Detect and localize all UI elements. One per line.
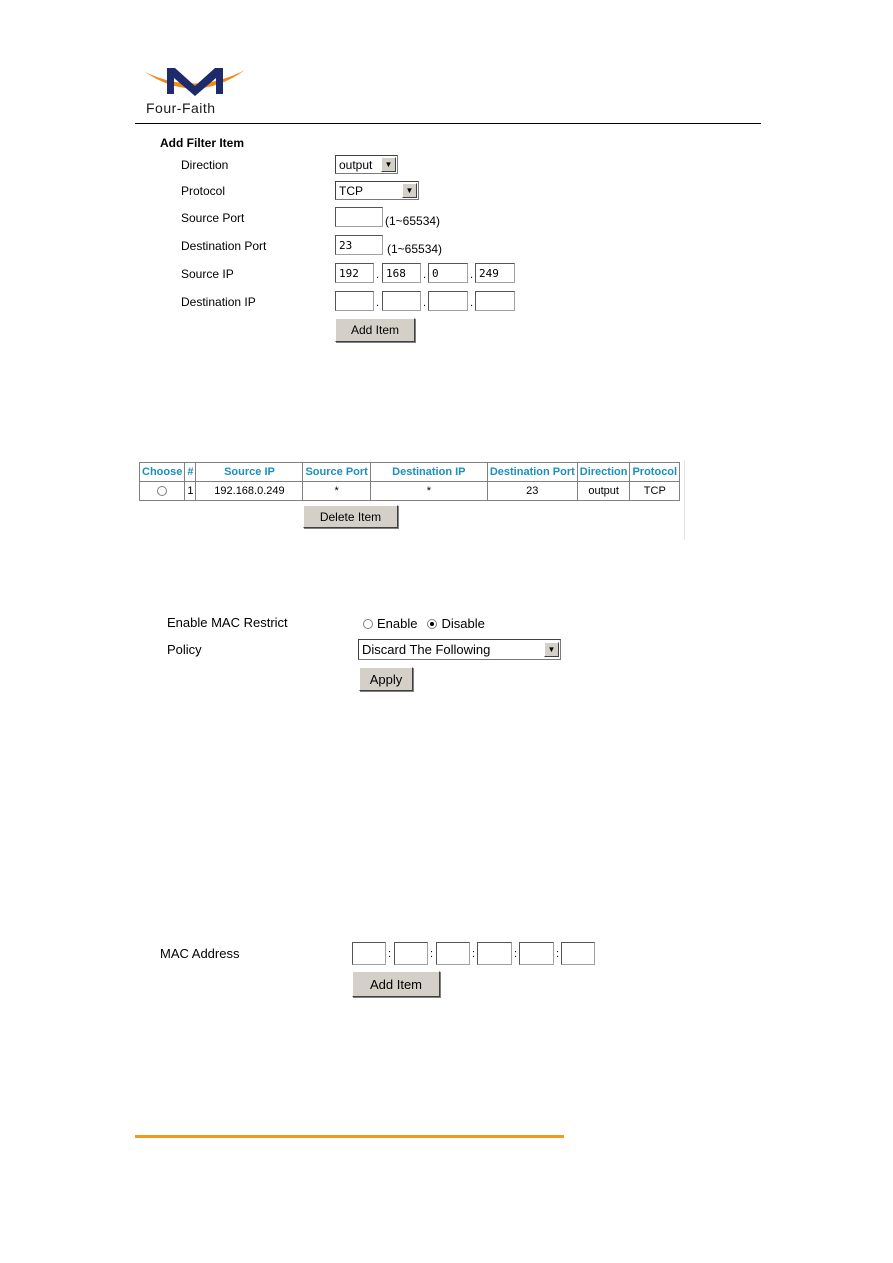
protocol-label: Protocol (181, 184, 226, 198)
policy-select[interactable]: Discard The Following ▼ (358, 639, 561, 660)
source-ip-octet-3[interactable] (428, 263, 468, 283)
source-ip-octet-4[interactable] (475, 263, 515, 283)
destination-port-label: Destination Port (181, 239, 267, 253)
table-header-row: Choose # Source IP Source Port Destinati… (138, 462, 681, 482)
enable-radio[interactable] (363, 618, 373, 629)
mac-address-label: MAC Address (160, 946, 240, 961)
policy-value: Discard The Following (362, 642, 491, 657)
source-port-hint: (1~65534) (385, 214, 441, 228)
add-filter-item-button[interactable]: Add Item (335, 318, 415, 342)
disable-radio[interactable] (427, 618, 438, 629)
source-ip-octet-2[interactable] (382, 263, 421, 283)
column-header-destination-ip: Destination IP (369, 462, 488, 482)
column-header-index: # (184, 462, 197, 482)
destination-port-hint: (1~65534) (387, 242, 443, 256)
choose-radio[interactable] (157, 486, 168, 497)
column-header-destination-port: Destination Port (486, 462, 578, 482)
protocol-value: TCP (339, 183, 363, 198)
column-header-choose: Choose (138, 462, 186, 482)
source-ip-cell: 192.168.0.249 (195, 481, 304, 501)
source-port-cell: * (302, 481, 371, 501)
direction-select[interactable]: output ▼ (335, 155, 398, 174)
ip-separator: . (423, 297, 427, 309)
enable-mac-restrict-label: Enable MAC Restrict (167, 615, 288, 630)
source-port-input[interactable] (335, 207, 383, 227)
ip-separator: . (470, 297, 474, 309)
column-header-source-port: Source Port (302, 462, 371, 482)
direction-value: output (339, 157, 373, 172)
protocol-select[interactable]: TCP ▼ (335, 181, 419, 200)
source-ip-octet-1[interactable] (335, 263, 374, 283)
mac-octet-3[interactable] (436, 942, 470, 965)
choose-cell (138, 481, 186, 501)
chevron-down-icon: ▼ (381, 157, 396, 172)
header-divider (135, 123, 761, 124)
source-ip-label: Source IP (181, 267, 234, 281)
footer-divider (135, 1135, 564, 1138)
chevron-down-icon: ▼ (544, 642, 559, 657)
destination-port-input[interactable] (335, 235, 383, 255)
mac-separator: : (472, 948, 476, 960)
ip-separator: . (470, 269, 474, 281)
destination-port-cell: 23 (486, 481, 578, 501)
column-header-protocol: Protocol (629, 462, 681, 482)
mac-octet-1[interactable] (352, 942, 386, 965)
policy-label: Policy (167, 642, 202, 657)
logo-text: Four-Faith (146, 100, 216, 116)
mac-separator: : (388, 948, 392, 960)
ip-separator: . (423, 269, 427, 281)
column-header-direction: Direction (576, 462, 631, 482)
mac-octet-4[interactable] (477, 942, 512, 965)
direction-label: Direction (181, 158, 229, 172)
mac-octet-2[interactable] (394, 942, 428, 965)
delete-item-button[interactable]: Delete Item (303, 505, 398, 528)
ip-separator: . (376, 297, 380, 309)
disable-radio-label: Disable (441, 616, 485, 631)
direction-cell: output (576, 481, 631, 501)
destination-ip-cell: * (369, 481, 488, 501)
destination-ip-octet-2[interactable] (382, 291, 421, 311)
apply-button[interactable]: Apply (359, 667, 413, 691)
table-frame-edge (684, 460, 685, 540)
index-cell: 1 (184, 481, 197, 501)
mac-separator: : (514, 948, 518, 960)
add-mac-item-button[interactable]: Add Item (352, 971, 440, 997)
destination-ip-octet-3[interactable] (428, 291, 468, 311)
mac-separator: : (430, 948, 434, 960)
ip-separator: . (376, 269, 380, 281)
destination-ip-octet-1[interactable] (335, 291, 374, 311)
table-row: 1 192.168.0.249 * * 23 output TCP (138, 481, 681, 501)
mac-octet-5[interactable] (519, 942, 554, 965)
enable-radio-label: Enable (377, 616, 418, 631)
destination-ip-octet-4[interactable] (475, 291, 515, 311)
destination-ip-label: Destination IP (181, 295, 256, 309)
mac-octet-6[interactable] (561, 942, 595, 965)
mac-separator: : (556, 948, 560, 960)
filter-form-title: Add Filter Item (160, 136, 245, 150)
mac-restrict-radio-group: Enable Disable (363, 616, 485, 631)
chevron-down-icon: ▼ (402, 183, 417, 198)
column-header-source-ip: Source IP (195, 462, 304, 482)
source-port-label: Source Port (181, 211, 245, 225)
filter-table: Choose # Source IP Source Port Destinati… (138, 462, 681, 501)
protocol-cell: TCP (629, 481, 681, 501)
